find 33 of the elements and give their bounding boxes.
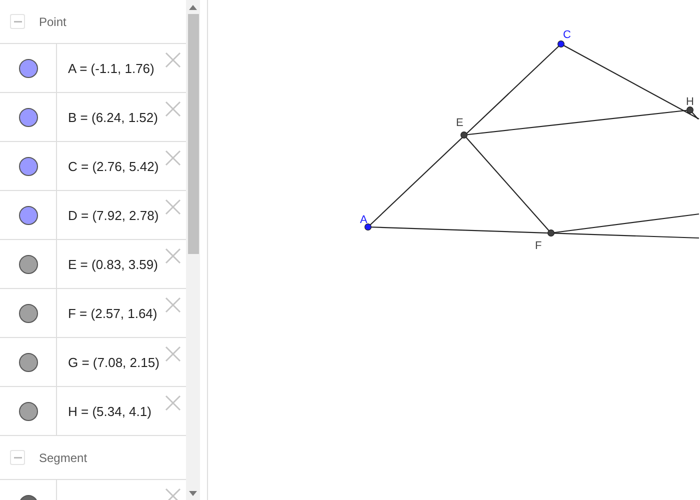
visibility-toggle[interactable]: [18, 352, 38, 372]
object-definition[interactable]: B = (6.24, 1.52): [68, 110, 158, 124]
visibility-toggle[interactable]: [18, 402, 38, 420]
point[interactable]: [558, 40, 564, 48]
group-label: Segment: [39, 450, 88, 464]
point-label: F: [535, 240, 542, 252]
group-label: Point: [39, 14, 66, 28]
object-definition[interactable]: A = (-1.1, 1.76): [68, 60, 154, 76]
scrollbar[interactable]: [186, 0, 200, 500]
scrollbar-thumb[interactable]: [188, 14, 198, 254]
object-definition[interactable]: E = (0.83, 3.59): [68, 256, 158, 272]
point-label: E: [456, 117, 464, 129]
point[interactable]: [460, 132, 468, 138]
object-definition[interactable]: C = (2.76, 5.42): [68, 158, 159, 174]
point[interactable]: [548, 230, 554, 236]
point[interactable]: [364, 224, 372, 230]
visibility-toggle[interactable]: [18, 254, 38, 274]
visibility-toggle[interactable]: [18, 206, 38, 224]
object-definition[interactable]: G = (7.08, 2.15): [68, 354, 160, 370]
visibility-toggle[interactable]: [18, 156, 38, 176]
segment[interactable]: [690, 110, 698, 120]
object-definition[interactable]: F = (2.57, 1.64): [68, 306, 158, 320]
object-definition[interactable]: D = (7.92, 2.78): [68, 208, 159, 222]
visibility-toggle[interactable]: [18, 304, 38, 322]
segment[interactable]: [464, 134, 552, 234]
point-label: H: [686, 96, 694, 108]
object-definition[interactable]: H = (5.34, 4.1): [68, 404, 152, 418]
point-label: C: [563, 29, 571, 41]
point[interactable]: [686, 106, 694, 114]
visibility-toggle[interactable]: [18, 58, 38, 78]
visibility-toggle[interactable]: [18, 108, 38, 126]
point-label: A: [360, 214, 368, 226]
graphics-view[interactable]: A C E F H: [208, 0, 700, 500]
